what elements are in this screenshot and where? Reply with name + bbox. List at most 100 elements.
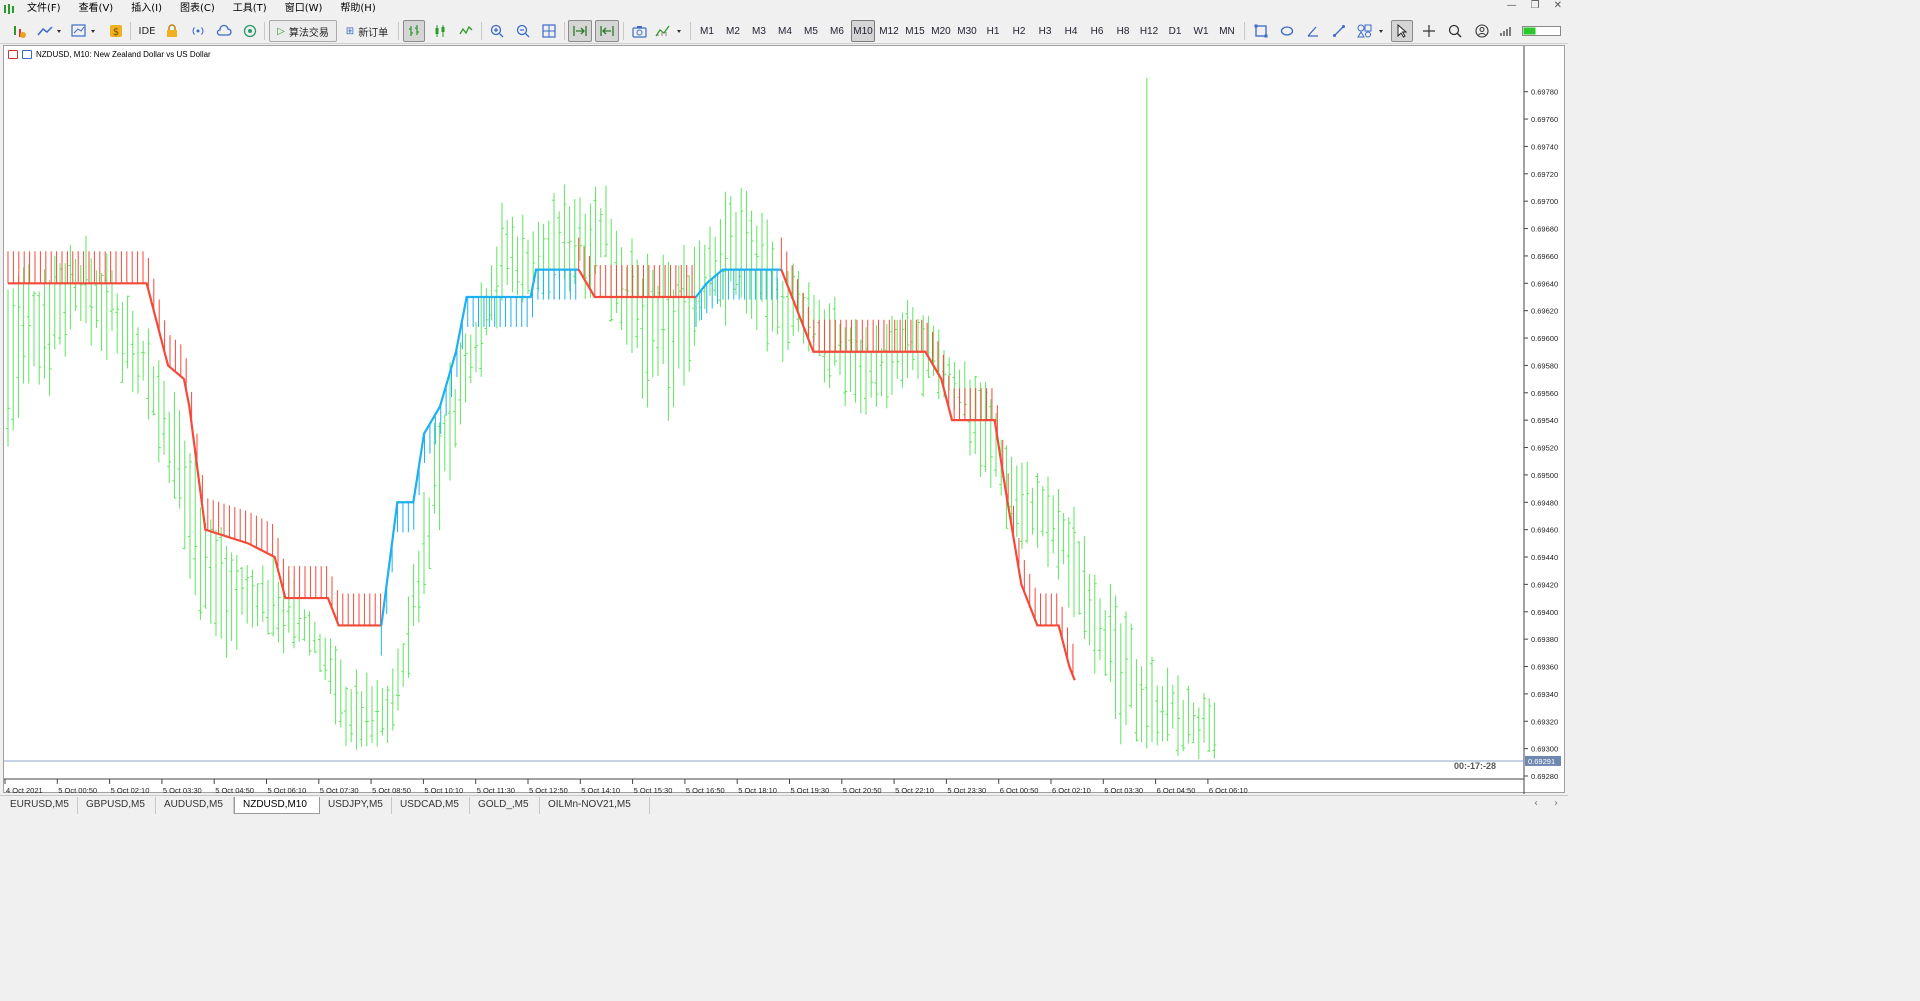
menu-window[interactable]: 窗口(W) <box>276 0 332 17</box>
menu-insert[interactable]: 插入(I) <box>122 0 171 17</box>
timeframe-m15[interactable]: M15 <box>903 20 927 42</box>
y-tick-label: 0.69760 <box>1531 115 1558 124</box>
y-tick-label: 0.69500 <box>1531 471 1558 480</box>
chart-template-dropdown-icon[interactable] <box>68 20 100 42</box>
tab-oil[interactable]: OILMn-NOV21,M5 <box>540 797 650 814</box>
timeframe-m1[interactable]: M1 <box>695 20 719 42</box>
timeframe-h3[interactable]: H3 <box>1033 20 1057 42</box>
auto-scroll-icon[interactable] <box>568 20 592 42</box>
tab-audusd[interactable]: AUDUSD,M5 <box>156 797 234 814</box>
shapes-dropdown-icon[interactable] <box>1354 20 1388 42</box>
zoom-in-icon[interactable] <box>486 20 508 42</box>
account-icon[interactable] <box>1471 20 1493 42</box>
algo-trading-button[interactable]: ▷ 算法交易 <box>269 20 337 42</box>
timeframe-m5[interactable]: M5 <box>799 20 823 42</box>
ide-button[interactable]: IDE <box>136 20 158 42</box>
price-chart[interactable]: 0.69780 0.69760 0.69740 0.69720 0.69700 0.696… <box>4 46 1566 794</box>
market-icon[interactable]: $ <box>106 20 126 42</box>
menu-charts[interactable]: 图表(C) <box>171 0 224 17</box>
timeframe-m4[interactable]: M4 <box>773 20 797 42</box>
timeframe-h8[interactable]: H8 <box>1111 20 1135 42</box>
timeframe-w1[interactable]: W1 <box>1189 20 1213 42</box>
minimize-icon[interactable]: — <box>1507 0 1517 11</box>
timeframe-m3[interactable]: M3 <box>747 20 771 42</box>
y-tick-label: 0.69520 <box>1531 444 1558 453</box>
tab-nzdusd[interactable]: NZDUSD,M10 <box>234 797 320 814</box>
chart-shift-icon[interactable] <box>595 20 619 42</box>
period-dropdown-icon[interactable] <box>652 20 686 42</box>
timeframe-mn[interactable]: MN <box>1215 20 1239 42</box>
new-chart-icon[interactable] <box>8 20 30 42</box>
signal-icon[interactable] <box>188 20 208 42</box>
timeframe-h1[interactable]: H1 <box>981 20 1005 42</box>
zoom-out-icon[interactable] <box>512 20 534 42</box>
x-tick-label: 6 Oct 00:50 <box>1000 786 1039 794</box>
chart-menu-icon[interactable] <box>8 50 18 59</box>
tab-usdcad[interactable]: USDCAD,M5 <box>392 797 470 814</box>
tab-gbpusd[interactable]: GBPUSD,M5 <box>78 797 156 814</box>
timeframe-m6[interactable]: M6 <box>825 20 849 42</box>
trendline-tool-icon[interactable] <box>1328 20 1350 42</box>
x-tick-label: 5 Oct 00:50 <box>58 786 97 794</box>
ellipse-tool-icon[interactable] <box>1276 20 1298 42</box>
svg-text:$: $ <box>113 27 119 38</box>
lock-icon[interactable] <box>162 20 182 42</box>
algo-trading-label: 算法交易 <box>288 27 329 39</box>
angle-tool-icon[interactable] <box>1302 20 1324 42</box>
timeframe-h12[interactable]: H12 <box>1137 20 1161 42</box>
close-icon[interactable]: ✕ <box>1554 0 1562 11</box>
timeframe-m12[interactable]: M12 <box>877 20 901 42</box>
timeframe-h2[interactable]: H2 <box>1007 20 1031 42</box>
window-controls: — ❐ ✕ <box>1507 0 1562 11</box>
bar-countdown-timer: 00:-17:-28 <box>1453 761 1496 771</box>
timeframe-m10[interactable]: M10 <box>851 20 875 42</box>
menu-bar: 文件(F) 查看(V) 插入(I) 图表(C) 工具(T) 窗口(W) 帮助(H… <box>0 0 1568 17</box>
chart-properties-icon[interactable] <box>22 50 32 59</box>
timeframe-m2[interactable]: M2 <box>721 20 745 42</box>
current-price-label: 0.69291 <box>1528 757 1555 766</box>
y-tick-label: 0.69680 <box>1531 225 1558 234</box>
x-tick-label: 6 Oct 06:10 <box>1209 786 1248 794</box>
indicators-dropdown-icon[interactable] <box>34 20 66 42</box>
y-tick-label: 0.69380 <box>1531 635 1558 644</box>
bar-chart-icon[interactable] <box>403 20 425 42</box>
chart-window[interactable]: 0.69780 0.69760 0.69740 0.69720 0.69700 0.696… <box>3 45 1566 794</box>
signal-strength-icon <box>1497 20 1515 42</box>
tab-gold[interactable]: GOLD_,M5 <box>470 797 540 814</box>
timeframe-h6[interactable]: H6 <box>1085 20 1109 42</box>
search-icon[interactable] <box>1444 20 1466 42</box>
timeframe-h4[interactable]: H4 <box>1059 20 1083 42</box>
x-tick-label: 5 Oct 15:30 <box>634 786 673 794</box>
rectangle-tool-icon[interactable] <box>1250 20 1272 42</box>
tab-scroll-left-icon[interactable]: ‹ <box>1534 798 1538 809</box>
candlestick-icon[interactable] <box>429 20 451 42</box>
restore-icon[interactable]: ❐ <box>1531 0 1540 11</box>
chart-tabs: EURUSD,M5 GBPUSD,M5 AUDUSD,M5 NZDUSD,M10… <box>0 795 1568 815</box>
y-tick-label: 0.69780 <box>1531 88 1558 97</box>
x-tick-label: 5 Oct 23:30 <box>947 786 986 794</box>
y-tick-label: 0.69360 <box>1531 663 1558 672</box>
tab-usdjpy[interactable]: USDJPY,M5 <box>320 797 392 814</box>
timeframe-m30[interactable]: M30 <box>955 20 979 42</box>
timeframe-d1[interactable]: D1 <box>1163 20 1187 42</box>
menu-tools[interactable]: 工具(T) <box>224 0 276 17</box>
vps-icon[interactable] <box>240 20 260 42</box>
timeframe-m20[interactable]: M20 <box>929 20 953 42</box>
x-tick-label: 5 Oct 20:50 <box>843 786 882 794</box>
new-order-button[interactable]: ⊞ 新订单 <box>341 20 393 42</box>
screenshot-icon[interactable] <box>628 20 650 42</box>
line-chart-icon[interactable] <box>455 20 477 42</box>
tab-scroll-right-icon[interactable]: › <box>1554 798 1558 809</box>
crosshair-icon[interactable] <box>1418 20 1440 42</box>
menu-help[interactable]: 帮助(H) <box>331 0 384 17</box>
menu-file[interactable]: 文件(F) <box>18 0 70 17</box>
tab-eurusd[interactable]: EURUSD,M5 <box>2 797 78 814</box>
x-tick-label: 6 Oct 04:50 <box>1157 786 1196 794</box>
cursor-icon[interactable] <box>1391 20 1413 42</box>
new-order-icon: ⊞ <box>345 25 355 37</box>
tile-windows-icon[interactable] <box>538 20 560 42</box>
menu-view[interactable]: 查看(V) <box>70 0 123 17</box>
y-tick-label: 0.69720 <box>1531 170 1558 179</box>
x-tick-label: 5 Oct 12:50 <box>529 786 568 794</box>
cloud-icon[interactable] <box>214 20 234 42</box>
